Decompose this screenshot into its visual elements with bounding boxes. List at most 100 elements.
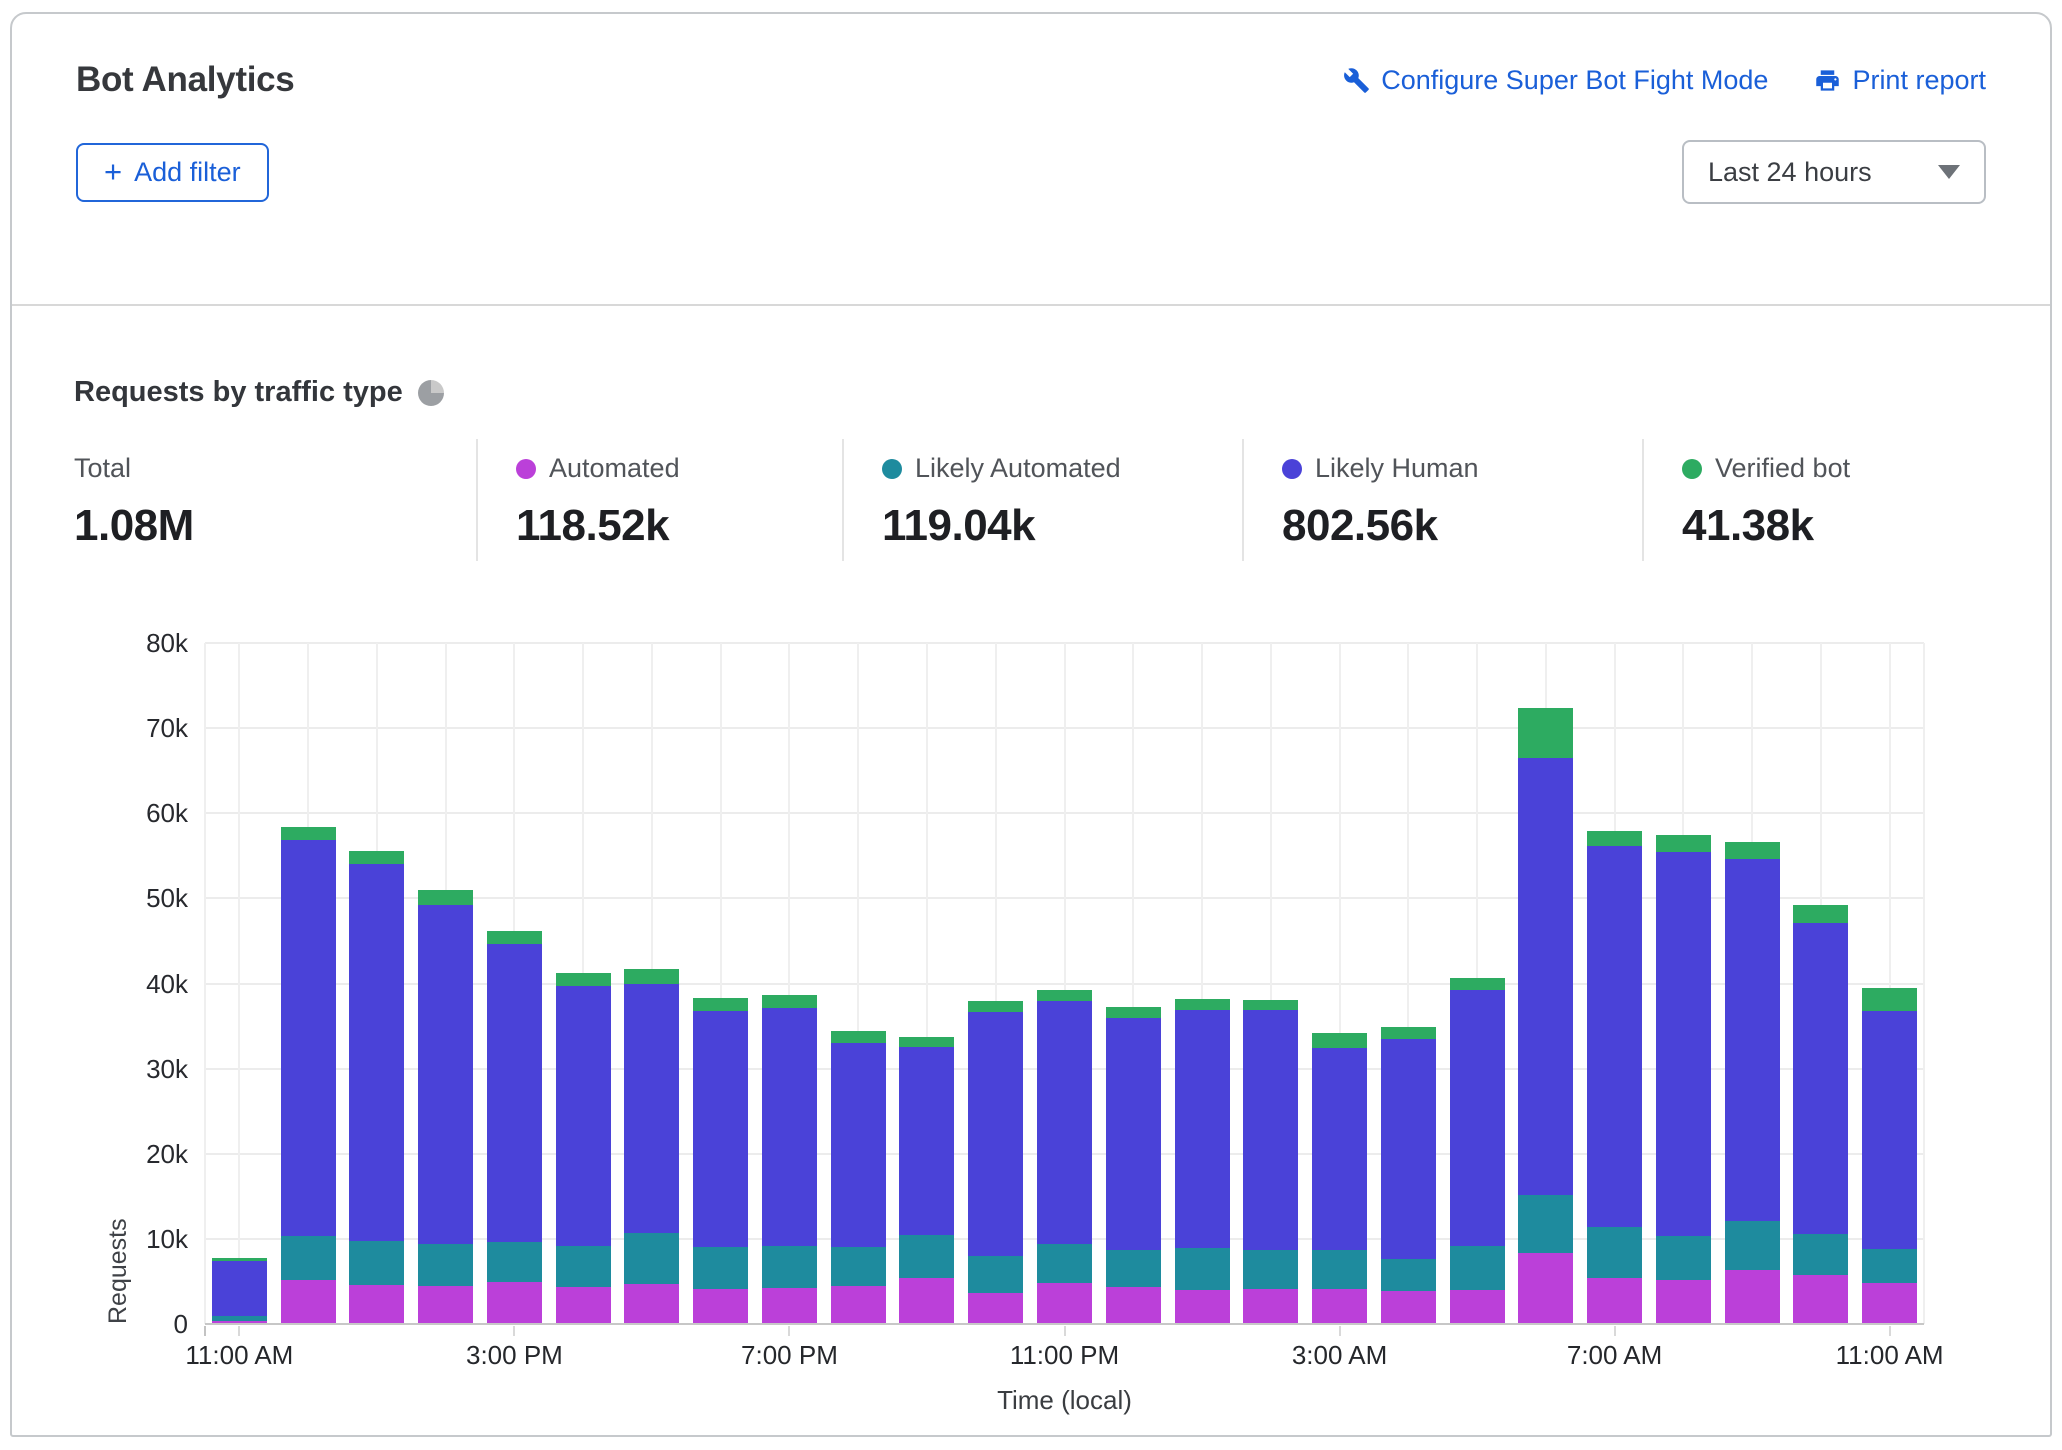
bar-segment-automated[interactable] bbox=[899, 1278, 954, 1324]
bar-segment-likely-human[interactable] bbox=[1862, 1011, 1917, 1249]
bar-segment-likely-human[interactable] bbox=[1175, 1010, 1230, 1248]
bar-segment-verified-bot[interactable] bbox=[1381, 1027, 1436, 1039]
bar-segment-verified-bot[interactable] bbox=[899, 1037, 954, 1046]
bar-segment-automated[interactable] bbox=[1862, 1283, 1917, 1324]
bar-segment-likely-automated[interactable] bbox=[762, 1246, 817, 1289]
bar-segment-likely-human[interactable] bbox=[1312, 1048, 1367, 1250]
bar-segment-verified-bot[interactable] bbox=[624, 969, 679, 983]
bar-segment-automated[interactable] bbox=[1175, 1290, 1230, 1324]
add-filter-button[interactable]: + Add filter bbox=[76, 143, 269, 202]
bar-segment-likely-automated[interactable] bbox=[831, 1247, 886, 1285]
bar-segment-likely-automated[interactable] bbox=[1450, 1246, 1505, 1290]
stacked-bar[interactable] bbox=[1175, 999, 1230, 1324]
bar-segment-likely-human[interactable] bbox=[1037, 1001, 1092, 1244]
bar-segment-likely-human[interactable] bbox=[281, 840, 336, 1237]
bar-segment-verified-bot[interactable] bbox=[1037, 990, 1092, 1000]
bar-segment-verified-bot[interactable] bbox=[1725, 842, 1780, 859]
bar-segment-automated[interactable] bbox=[968, 1293, 1023, 1324]
bar-segment-likely-human[interactable] bbox=[1587, 846, 1642, 1227]
bar-segment-likely-human[interactable] bbox=[624, 984, 679, 1233]
bar-segment-likely-human[interactable] bbox=[1518, 758, 1573, 1196]
bar-segment-likely-human[interactable] bbox=[899, 1047, 954, 1236]
bar-segment-likely-human[interactable] bbox=[1106, 1018, 1161, 1250]
bar-segment-likely-automated[interactable] bbox=[487, 1242, 542, 1282]
bar-segment-automated[interactable] bbox=[1243, 1289, 1298, 1324]
bar-segment-automated[interactable] bbox=[1450, 1290, 1505, 1324]
stacked-bar[interactable] bbox=[212, 1258, 267, 1324]
stacked-bar[interactable] bbox=[349, 851, 404, 1324]
stacked-bar[interactable] bbox=[1450, 978, 1505, 1324]
bar-segment-automated[interactable] bbox=[1312, 1289, 1367, 1324]
bar-segment-automated[interactable] bbox=[1587, 1278, 1642, 1324]
bar-segment-verified-bot[interactable] bbox=[1312, 1033, 1367, 1048]
bar-segment-likely-automated[interactable] bbox=[899, 1235, 954, 1278]
stacked-bar[interactable] bbox=[1725, 842, 1780, 1324]
bar-segment-likely-human[interactable] bbox=[1725, 859, 1780, 1221]
bar-segment-likely-automated[interactable] bbox=[1587, 1227, 1642, 1278]
bar-segment-verified-bot[interactable] bbox=[693, 998, 748, 1011]
bar-segment-automated[interactable] bbox=[831, 1286, 886, 1324]
bar-segment-likely-automated[interactable] bbox=[349, 1241, 404, 1284]
bar-segment-likely-automated[interactable] bbox=[418, 1244, 473, 1286]
stacked-bar[interactable] bbox=[1793, 905, 1848, 1324]
stacked-bar[interactable] bbox=[762, 995, 817, 1324]
bar-segment-verified-bot[interactable] bbox=[1862, 988, 1917, 1011]
bar-segment-likely-automated[interactable] bbox=[1175, 1248, 1230, 1290]
stacked-bar[interactable] bbox=[1862, 988, 1917, 1324]
bar-segment-likely-automated[interactable] bbox=[1793, 1234, 1848, 1276]
bar-segment-verified-bot[interactable] bbox=[1106, 1007, 1161, 1018]
stacked-bar[interactable] bbox=[1381, 1027, 1436, 1324]
bar-segment-likely-human[interactable] bbox=[831, 1043, 886, 1247]
stacked-bar[interactable] bbox=[418, 890, 473, 1324]
bar-segment-automated[interactable] bbox=[418, 1286, 473, 1324]
stacked-bar[interactable] bbox=[1656, 835, 1711, 1324]
stacked-bar[interactable] bbox=[831, 1031, 886, 1324]
time-range-dropdown[interactable]: Last 24 hours bbox=[1682, 140, 1986, 204]
bar-segment-verified-bot[interactable] bbox=[349, 851, 404, 865]
bar-segment-likely-automated[interactable] bbox=[1862, 1249, 1917, 1283]
bar-segment-likely-automated[interactable] bbox=[1312, 1250, 1367, 1289]
stacked-bar[interactable] bbox=[899, 1037, 954, 1324]
bar-segment-likely-human[interactable] bbox=[693, 1011, 748, 1247]
bar-segment-automated[interactable] bbox=[349, 1285, 404, 1324]
bar-segment-likely-automated[interactable] bbox=[968, 1256, 1023, 1293]
stacked-bar[interactable] bbox=[1037, 990, 1092, 1324]
bar-segment-verified-bot[interactable] bbox=[1243, 1000, 1298, 1010]
stacked-bar[interactable] bbox=[693, 998, 748, 1324]
print-report-link[interactable]: Print report bbox=[1814, 65, 1986, 96]
bar-segment-likely-automated[interactable] bbox=[1037, 1244, 1092, 1283]
bar-segment-likely-automated[interactable] bbox=[1106, 1250, 1161, 1287]
bar-segment-automated[interactable] bbox=[556, 1287, 611, 1324]
bar-segment-likely-human[interactable] bbox=[1656, 852, 1711, 1236]
bar-segment-likely-automated[interactable] bbox=[281, 1236, 336, 1279]
stacked-bar[interactable] bbox=[556, 973, 611, 1324]
stacked-bar[interactable] bbox=[1106, 1007, 1161, 1325]
bar-segment-automated[interactable] bbox=[1518, 1253, 1573, 1324]
bar-segment-likely-automated[interactable] bbox=[624, 1233, 679, 1284]
bar-segment-verified-bot[interactable] bbox=[556, 973, 611, 986]
bar-segment-likely-human[interactable] bbox=[1450, 990, 1505, 1245]
bar-segment-automated[interactable] bbox=[487, 1282, 542, 1324]
stacked-bar[interactable] bbox=[968, 1001, 1023, 1324]
bar-segment-automated[interactable] bbox=[281, 1280, 336, 1324]
bar-segment-verified-bot[interactable] bbox=[281, 827, 336, 840]
bar-segment-likely-human[interactable] bbox=[968, 1012, 1023, 1255]
bar-segment-automated[interactable] bbox=[1725, 1270, 1780, 1324]
bar-segment-likely-human[interactable] bbox=[487, 944, 542, 1243]
stacked-bar[interactable] bbox=[1518, 708, 1573, 1324]
stacked-bar[interactable] bbox=[487, 931, 542, 1324]
bar-segment-likely-human[interactable] bbox=[762, 1008, 817, 1245]
bar-segment-automated[interactable] bbox=[1106, 1287, 1161, 1324]
bar-segment-likely-human[interactable] bbox=[1381, 1039, 1436, 1259]
bar-segment-likely-automated[interactable] bbox=[1656, 1236, 1711, 1279]
bar-segment-likely-human[interactable] bbox=[1243, 1010, 1298, 1250]
stacked-bar[interactable] bbox=[1243, 1000, 1298, 1324]
bar-segment-likely-automated[interactable] bbox=[1381, 1259, 1436, 1290]
stacked-bar[interactable] bbox=[624, 969, 679, 1324]
bar-segment-verified-bot[interactable] bbox=[1175, 999, 1230, 1010]
bar-segment-likely-human[interactable] bbox=[349, 864, 404, 1241]
bar-segment-automated[interactable] bbox=[624, 1284, 679, 1324]
bar-segment-likely-human[interactable] bbox=[556, 986, 611, 1246]
bar-segment-likely-human[interactable] bbox=[418, 905, 473, 1244]
bar-segment-verified-bot[interactable] bbox=[1793, 905, 1848, 923]
